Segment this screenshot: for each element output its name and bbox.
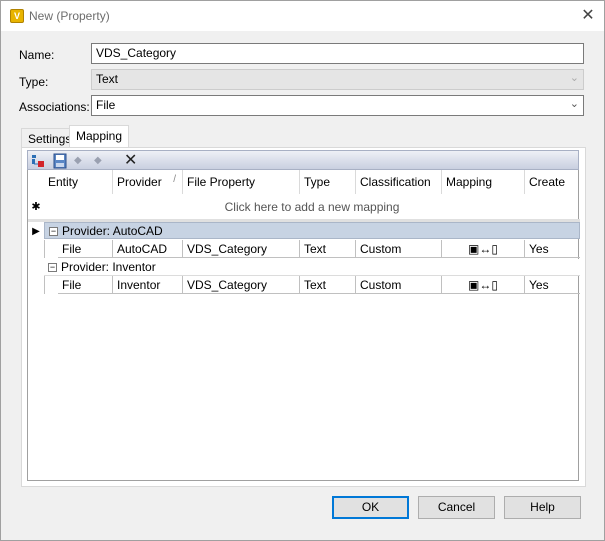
cancel-button[interactable]: Cancel bbox=[418, 496, 495, 519]
mapping-grid: Entity Provider / File Property Type Cla… bbox=[27, 170, 580, 481]
new-row-marker-icon: ✱ bbox=[31, 201, 41, 213]
delete-icon[interactable]: ✕ bbox=[124, 153, 140, 169]
cell-file-property[interactable]: VDS_Category bbox=[183, 276, 300, 294]
cell-file-property[interactable]: VDS_Category bbox=[183, 240, 300, 258]
collapse-icon[interactable]: − bbox=[48, 263, 57, 273]
vault-app-icon: V bbox=[10, 9, 24, 23]
sort-icon: / bbox=[173, 174, 176, 185]
mapping-toolbar: ◆ ◆ ✕ bbox=[27, 150, 579, 170]
current-row-arrow-icon: ▶ bbox=[32, 226, 40, 237]
title-bar: V New (Property) ✕ bbox=[1, 1, 604, 31]
column-header-classification[interactable]: Classification bbox=[356, 170, 442, 194]
group-row-inventor[interactable]: − Provider: Inventor bbox=[44, 259, 580, 276]
collapse-icon[interactable]: − bbox=[49, 227, 58, 237]
column-header-file-property[interactable]: File Property bbox=[183, 170, 300, 194]
chevron-down-icon: ⌄ bbox=[569, 72, 579, 84]
mapping-direction-icon: ▣↔▯ bbox=[468, 278, 498, 292]
ok-button[interactable]: OK bbox=[332, 496, 409, 519]
cell-provider[interactable]: Inventor bbox=[113, 276, 183, 294]
column-header-mapping[interactable]: Mapping bbox=[442, 170, 525, 194]
cell-entity[interactable]: File bbox=[58, 240, 113, 258]
window-title: New (Property) bbox=[29, 9, 110, 23]
column-header-entity[interactable]: Entity bbox=[44, 170, 113, 194]
associations-label: Associations: bbox=[19, 100, 90, 114]
save-icon[interactable] bbox=[52, 153, 68, 169]
move-down-icon[interactable]: ◆ bbox=[94, 153, 110, 169]
group-label: Provider: Inventor bbox=[61, 260, 156, 274]
close-icon[interactable]: ✕ bbox=[579, 7, 597, 25]
cell-type[interactable]: Text bbox=[300, 276, 356, 294]
cell-create[interactable]: Yes bbox=[525, 240, 580, 258]
indent-spacer bbox=[44, 240, 58, 258]
cell-mapping[interactable]: ▣↔▯ bbox=[442, 276, 525, 294]
type-label: Type: bbox=[19, 75, 49, 89]
type-dropdown[interactable]: Text ⌄ bbox=[91, 69, 584, 90]
group-row-autocad[interactable]: − Provider: AutoCAD bbox=[44, 222, 580, 239]
indent-spacer bbox=[44, 276, 58, 294]
mapping-direction-icon: ▣↔▯ bbox=[468, 242, 498, 256]
associations-dropdown[interactable]: File ⌄ bbox=[91, 95, 584, 116]
column-header-type[interactable]: Type bbox=[300, 170, 356, 194]
cell-entity[interactable]: File bbox=[58, 276, 113, 294]
group-label: Provider: AutoCAD bbox=[62, 224, 163, 238]
dialog-window: V New (Property) ✕ Name: VDS_Category Ty… bbox=[0, 0, 605, 541]
column-header-provider-label: Provider bbox=[117, 175, 162, 189]
add-mapping-icon[interactable] bbox=[31, 153, 47, 169]
associations-value: File bbox=[96, 98, 116, 112]
add-new-mapping-row[interactable]: Click here to add a new mapping bbox=[44, 195, 580, 219]
cell-classification[interactable]: Custom bbox=[356, 240, 442, 258]
column-header-create[interactable]: Create bbox=[525, 170, 580, 194]
column-header-provider[interactable]: Provider / bbox=[113, 170, 183, 194]
cell-classification[interactable]: Custom bbox=[356, 276, 442, 294]
name-label: Name: bbox=[19, 48, 55, 62]
cell-create[interactable]: Yes bbox=[525, 276, 580, 294]
name-field[interactable]: VDS_Category bbox=[91, 43, 584, 64]
chevron-down-icon: ⌄ bbox=[569, 98, 579, 110]
move-up-icon[interactable]: ◆ bbox=[74, 153, 90, 169]
cell-mapping[interactable]: ▣↔▯ bbox=[442, 240, 525, 258]
help-button[interactable]: Help bbox=[504, 496, 581, 519]
type-value: Text bbox=[96, 72, 119, 86]
cell-type[interactable]: Text bbox=[300, 240, 356, 258]
cell-provider[interactable]: AutoCAD bbox=[113, 240, 183, 258]
tab-mapping[interactable]: Mapping bbox=[69, 125, 130, 148]
